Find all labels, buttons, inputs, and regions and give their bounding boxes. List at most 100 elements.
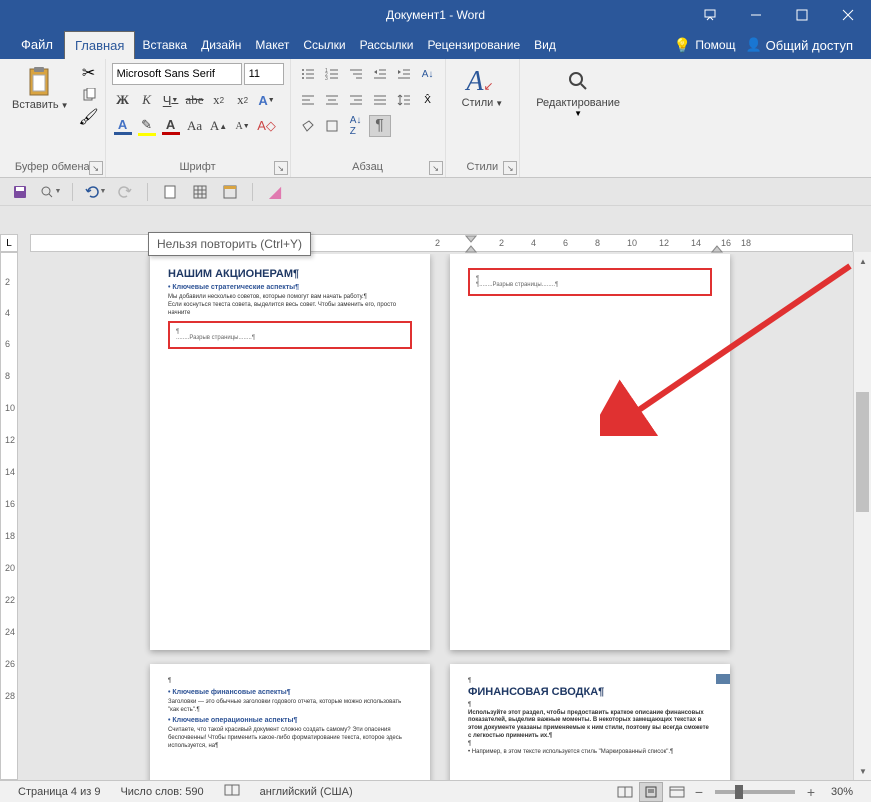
zoom-thumb[interactable] bbox=[735, 785, 743, 799]
align-left-button[interactable] bbox=[297, 89, 319, 111]
tab-mailings[interactable]: Рассылки bbox=[353, 31, 421, 59]
statusbar: Страница 4 из 9 Число слов: 590 английск… bbox=[0, 780, 871, 802]
borders-button[interactable] bbox=[321, 115, 343, 137]
tell-me-label[interactable]: Помощ bbox=[695, 38, 735, 52]
status-language[interactable]: английский (США) bbox=[250, 786, 363, 798]
font-color-button[interactable]: A bbox=[160, 115, 182, 137]
zoom-slider[interactable] bbox=[715, 790, 795, 794]
asian-layout-button[interactable]: X̂ bbox=[417, 89, 439, 111]
styles-button[interactable]: A↙ Стили ▼ bbox=[452, 63, 514, 111]
underline-button[interactable]: Ч ▼ bbox=[160, 89, 182, 111]
font-size-input[interactable] bbox=[244, 63, 284, 85]
insert-picture-button[interactable] bbox=[218, 180, 242, 204]
help-icon: 💡 bbox=[674, 37, 691, 54]
eraser-button[interactable]: ◢ bbox=[263, 180, 287, 204]
tooltip: Нельзя повторить (Ctrl+Y) bbox=[148, 232, 311, 256]
save-icon bbox=[12, 184, 28, 200]
read-mode-button[interactable] bbox=[613, 782, 637, 802]
table-icon bbox=[192, 184, 208, 200]
bullets-button[interactable] bbox=[297, 63, 319, 85]
cut-button[interactable]: ✂ bbox=[79, 63, 99, 83]
change-case-button[interactable]: Aa bbox=[184, 115, 206, 137]
highlight-color-button[interactable]: ✎ bbox=[136, 115, 158, 137]
tab-file[interactable]: Файл bbox=[10, 30, 64, 59]
insert-table-button[interactable] bbox=[188, 180, 212, 204]
paragraph-launcher[interactable]: ↘ bbox=[429, 161, 443, 175]
web-layout-button[interactable] bbox=[665, 782, 689, 802]
decrease-indent-button[interactable] bbox=[369, 63, 391, 85]
increase-indent-button[interactable] bbox=[393, 63, 415, 85]
zoom-in-button[interactable]: + bbox=[803, 784, 819, 800]
redo-button[interactable] bbox=[113, 180, 137, 204]
maximize-button[interactable] bbox=[779, 0, 825, 29]
align-right-button[interactable] bbox=[345, 89, 367, 111]
subscript-button[interactable]: x2 bbox=[208, 89, 230, 111]
align-center-button[interactable] bbox=[321, 89, 343, 111]
clipboard-launcher[interactable]: ↘ bbox=[89, 161, 103, 175]
tab-references[interactable]: Ссылки bbox=[296, 31, 352, 59]
font-name-input[interactable] bbox=[112, 63, 242, 85]
print-layout-button[interactable] bbox=[639, 782, 663, 802]
status-spellcheck[interactable] bbox=[214, 783, 250, 800]
quick-print-button[interactable]: ▼ bbox=[38, 180, 62, 204]
line-spacing-button[interactable] bbox=[393, 89, 415, 111]
undo-button[interactable]: ▼ bbox=[83, 180, 107, 204]
grow-font-button[interactable]: A▲ bbox=[208, 115, 230, 137]
numbering-button[interactable]: 123 bbox=[321, 63, 343, 85]
zoom-out-button[interactable]: − bbox=[691, 784, 707, 800]
ribbon-group-clipboard: Вставить ▼ ✂ 🖌 Буфер обмена ↘ bbox=[0, 59, 106, 177]
insert-page-button[interactable] bbox=[158, 180, 182, 204]
highlighted-region: ¶ ........Разрыв страницы........¶ bbox=[168, 321, 412, 349]
sort-za-button[interactable]: A↓Z bbox=[345, 115, 367, 137]
minimize-button[interactable] bbox=[733, 0, 779, 29]
text-highlight-button[interactable]: A bbox=[112, 115, 134, 137]
share-icon: 👤 bbox=[745, 37, 761, 53]
tab-review[interactable]: Рецензирование bbox=[420, 31, 527, 59]
shrink-font-button[interactable]: A▼ bbox=[232, 115, 254, 137]
multilevel-list-button[interactable] bbox=[345, 63, 367, 85]
vertical-ruler[interactable]: 2 4 6 8 10 12 14 16 18 20 22 24 26 28 bbox=[0, 252, 18, 780]
italic-button[interactable]: К bbox=[136, 89, 158, 111]
tab-design[interactable]: Дизайн bbox=[194, 31, 248, 59]
justify-button[interactable] bbox=[369, 89, 391, 111]
strikethrough-button[interactable]: abe bbox=[184, 89, 206, 111]
save-button[interactable] bbox=[8, 180, 32, 204]
tab-home[interactable]: Главная bbox=[64, 31, 135, 59]
scroll-down-button[interactable]: ▼ bbox=[854, 762, 871, 780]
status-page[interactable]: Страница 4 из 9 bbox=[8, 786, 110, 798]
shading-button[interactable] bbox=[297, 115, 319, 137]
tab-indicator[interactable]: L bbox=[0, 234, 18, 252]
print-layout-icon bbox=[643, 786, 659, 798]
tab-view[interactable]: Вид bbox=[527, 31, 563, 59]
book-icon bbox=[224, 783, 240, 797]
text-effects-button[interactable]: A▼ bbox=[256, 89, 278, 111]
bold-button[interactable]: Ж bbox=[112, 89, 134, 111]
tab-insert[interactable]: Вставка bbox=[135, 31, 194, 59]
undo-icon bbox=[84, 184, 100, 200]
document-page[interactable]: ¶ • Ключевые финансовые аспекты¶ Заголов… bbox=[150, 664, 430, 780]
zoom-level[interactable]: 30% bbox=[821, 786, 863, 798]
copy-button[interactable] bbox=[79, 85, 99, 105]
styles-launcher[interactable]: ↘ bbox=[503, 161, 517, 175]
font-launcher[interactable]: ↘ bbox=[274, 161, 288, 175]
tab-layout[interactable]: Макет bbox=[248, 31, 296, 59]
document-page[interactable]: ¶ ФИНАНСОВАЯ СВОДКА¶ ¶ Используйте этот … bbox=[450, 664, 730, 780]
indent-marker[interactable] bbox=[465, 235, 477, 253]
pilcrow-icon: ¶ bbox=[375, 117, 384, 135]
superscript-button[interactable]: x2 bbox=[232, 89, 254, 111]
format-painter-button[interactable]: 🖌 bbox=[79, 107, 99, 127]
brush-icon: 🖌 bbox=[78, 107, 98, 127]
status-word-count[interactable]: Число слов: 590 bbox=[110, 786, 213, 798]
paste-button[interactable]: Вставить ▼ bbox=[6, 63, 75, 113]
find-button[interactable]: Редактирование ▼ bbox=[526, 63, 630, 120]
outdent-icon bbox=[373, 67, 387, 81]
indent-icon bbox=[397, 67, 411, 81]
document-page[interactable]: НАШИМ АКЦИОНЕРАМ¶ • Ключевые стратегичес… bbox=[150, 254, 430, 650]
ribbon-options-button[interactable] bbox=[687, 0, 733, 29]
clear-formatting-button[interactable]: A◇ bbox=[256, 115, 278, 137]
show-marks-button[interactable]: ¶ bbox=[369, 115, 391, 137]
share-button[interactable]: 👤 Общий доступ bbox=[735, 31, 863, 59]
close-button[interactable] bbox=[825, 0, 871, 29]
right-indent-marker[interactable] bbox=[711, 235, 723, 253]
sort-button[interactable]: A↓ bbox=[417, 63, 439, 85]
